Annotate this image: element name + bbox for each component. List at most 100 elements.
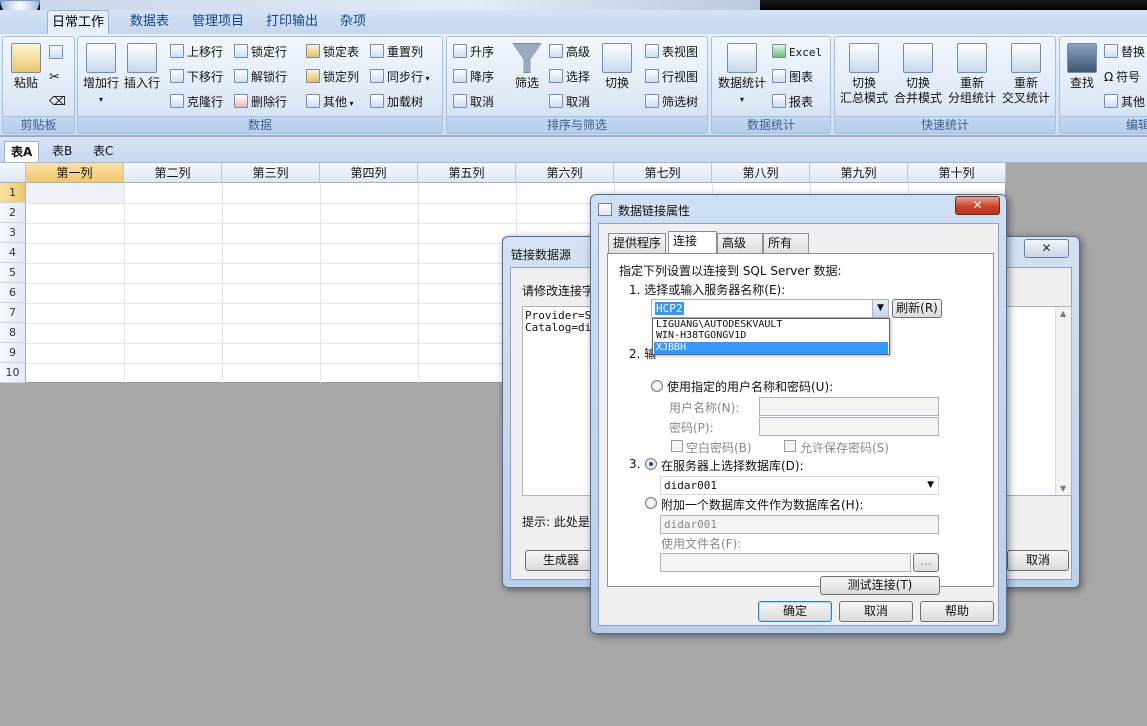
copy-button[interactable] bbox=[49, 43, 66, 63]
cut-button[interactable]: ✂ bbox=[49, 67, 60, 87]
filename-input[interactable] bbox=[660, 553, 911, 572]
sort-desc-button[interactable]: 降序 bbox=[453, 67, 494, 87]
tab-all[interactable]: 所有 bbox=[763, 233, 809, 253]
table-view-button[interactable]: 表视图 bbox=[645, 42, 698, 62]
report-button[interactable]: 报表 bbox=[772, 92, 813, 112]
column-header[interactable]: 第四列 bbox=[320, 163, 418, 183]
tab-print-output[interactable]: 打印输出 bbox=[262, 10, 322, 34]
tab-misc[interactable]: 杂项 bbox=[336, 10, 370, 34]
lock-col-button[interactable]: 锁定列 bbox=[306, 67, 359, 87]
active-cell[interactable] bbox=[26, 183, 124, 203]
chart-button[interactable]: 图表 bbox=[772, 67, 813, 87]
column-header[interactable]: 第二列 bbox=[124, 163, 222, 183]
row-header[interactable]: 4 bbox=[0, 243, 26, 263]
paste-button[interactable]: 粘贴 bbox=[9, 43, 43, 91]
tab-daily-work[interactable]: 日常工作 bbox=[47, 10, 110, 35]
scroll-down-icon[interactable]: ▼ bbox=[1060, 484, 1066, 493]
tab-advanced[interactable]: 高级 bbox=[717, 233, 763, 253]
row-header[interactable]: 7 bbox=[0, 303, 26, 323]
toggle-sort-button[interactable]: 切换 bbox=[599, 43, 635, 91]
move-up-button[interactable]: 上移行 bbox=[170, 42, 223, 62]
add-row-button[interactable]: 增加行 ▾ bbox=[80, 43, 122, 107]
cancel-button[interactable]: 取消 bbox=[1007, 550, 1069, 571]
help-button[interactable]: 帮助 bbox=[920, 601, 994, 622]
username-input[interactable] bbox=[759, 397, 939, 416]
column-header[interactable]: 第一列 bbox=[26, 163, 124, 183]
lock-table-button[interactable]: 锁定表 bbox=[306, 42, 359, 62]
find-button[interactable]: 查找 bbox=[1064, 43, 1100, 91]
load-tree-button[interactable]: 加载树 bbox=[370, 92, 423, 112]
sheet-tab-a[interactable]: 表A bbox=[4, 141, 40, 162]
cross-stats-button[interactable]: 重新 交叉统计 bbox=[999, 43, 1053, 106]
row-header[interactable]: 2 bbox=[0, 203, 26, 223]
password-input[interactable] bbox=[759, 417, 939, 436]
insert-row-button[interactable]: 插入行 bbox=[124, 43, 160, 91]
delete-row-button[interactable]: 删除行 bbox=[234, 92, 287, 112]
row-view-button[interactable]: 行视图 bbox=[645, 67, 698, 87]
select-filter-button[interactable]: 选择 bbox=[549, 67, 590, 87]
row-header[interactable]: 9 bbox=[0, 343, 26, 363]
attach-db-input[interactable]: didar001 bbox=[660, 515, 939, 534]
column-header[interactable]: 第九列 bbox=[810, 163, 908, 183]
symbol-button[interactable]: Ω 符号 bbox=[1104, 67, 1140, 87]
server-option[interactable]: LIGUANG\AUTODESKVAULT bbox=[656, 319, 782, 330]
allow-save-password-checkbox[interactable] bbox=[784, 440, 796, 452]
summary-mode-button[interactable]: 切换 汇总模式 bbox=[837, 43, 891, 106]
tab-data-table[interactable]: 数据表 bbox=[126, 10, 173, 34]
ok-button[interactable]: 确定 bbox=[758, 601, 832, 622]
database-select[interactable]: didar001 ▼ bbox=[660, 476, 939, 495]
sheet-tab-b[interactable]: 表B bbox=[46, 141, 78, 162]
column-header[interactable]: 第三列 bbox=[222, 163, 320, 183]
clone-row-button[interactable]: 克隆行 bbox=[170, 92, 223, 112]
edit-other-button[interactable]: 其他 bbox=[1104, 92, 1145, 112]
reset-col-button[interactable]: 重置列 bbox=[370, 42, 423, 62]
other-button[interactable]: 其他 ▾ bbox=[306, 92, 354, 112]
column-header[interactable]: 第五列 bbox=[418, 163, 516, 183]
column-header[interactable]: 第六列 bbox=[516, 163, 614, 183]
chevron-down-icon[interactable]: ▼ bbox=[927, 477, 934, 494]
close-button[interactable]: ✕ bbox=[955, 196, 1000, 215]
lock-row-button[interactable]: 锁定行 bbox=[234, 42, 287, 62]
filter-button[interactable]: 筛选 bbox=[509, 43, 545, 91]
column-header[interactable]: 第八列 bbox=[712, 163, 810, 183]
excel-button[interactable]: Excel bbox=[772, 42, 822, 62]
format-painter-button[interactable]: ⌫ bbox=[49, 91, 66, 111]
tab-provider[interactable]: 提供程序 bbox=[608, 233, 667, 253]
server-option-highlighted[interactable]: XJBBH bbox=[654, 342, 888, 354]
filter-tree-button[interactable]: 筛选树 bbox=[645, 92, 698, 112]
chevron-down-icon[interactable]: ▼ bbox=[872, 300, 888, 317]
tab-connection[interactable]: 连接 bbox=[668, 231, 717, 254]
row-header[interactable]: 6 bbox=[0, 283, 26, 303]
scroll-up-icon[interactable]: ▲ bbox=[1060, 309, 1066, 318]
sheet-tab-c[interactable]: 表C bbox=[87, 141, 119, 162]
row-header[interactable]: 10 bbox=[0, 363, 26, 383]
cancel-button[interactable]: 取消 bbox=[839, 601, 913, 622]
server-option[interactable]: WIN-H38TGONGV1D bbox=[656, 330, 746, 341]
row-header[interactable]: 5 bbox=[0, 263, 26, 283]
data-stats-button[interactable]: 数据统计 ▾ bbox=[716, 43, 768, 107]
sync-row-button[interactable]: 同步行 ▾ bbox=[370, 67, 430, 87]
unlock-row-button[interactable]: 解锁行 bbox=[234, 67, 287, 87]
advanced-filter-button[interactable]: 高级 bbox=[549, 42, 590, 62]
blank-password-checkbox[interactable] bbox=[671, 440, 683, 452]
textarea-scrollbar[interactable]: ▲ ▼ bbox=[1055, 307, 1071, 495]
close-button[interactable]: ✕ bbox=[1024, 239, 1069, 258]
sort-cancel-button[interactable]: 取消 bbox=[453, 92, 494, 112]
attach-db-radio[interactable] bbox=[645, 497, 657, 509]
move-down-button[interactable]: 下移行 bbox=[170, 67, 223, 87]
tab-manage-project[interactable]: 管理项目 bbox=[188, 10, 248, 34]
row-header[interactable]: 1 bbox=[0, 183, 26, 203]
refresh-button[interactable]: 刷新(R) bbox=[892, 299, 942, 318]
server-name-combobox[interactable]: HCP2 ▼ bbox=[651, 299, 889, 318]
select-all-corner[interactable] bbox=[0, 163, 26, 183]
column-header[interactable]: 第七列 bbox=[614, 163, 712, 183]
column-header[interactable]: 第十列 bbox=[908, 163, 1006, 183]
row-header[interactable]: 8 bbox=[0, 323, 26, 343]
sort-asc-button[interactable]: 升序 bbox=[453, 42, 494, 62]
cancel-filter-button[interactable]: 取消 bbox=[549, 92, 590, 112]
test-connection-button[interactable]: 测试连接(T) bbox=[820, 576, 940, 595]
merge-mode-button[interactable]: 切换 合并模式 bbox=[891, 43, 945, 106]
row-header[interactable]: 3 bbox=[0, 223, 26, 243]
use-specific-credentials-radio[interactable] bbox=[651, 380, 663, 392]
replace-button[interactable]: 替换 bbox=[1104, 42, 1145, 62]
